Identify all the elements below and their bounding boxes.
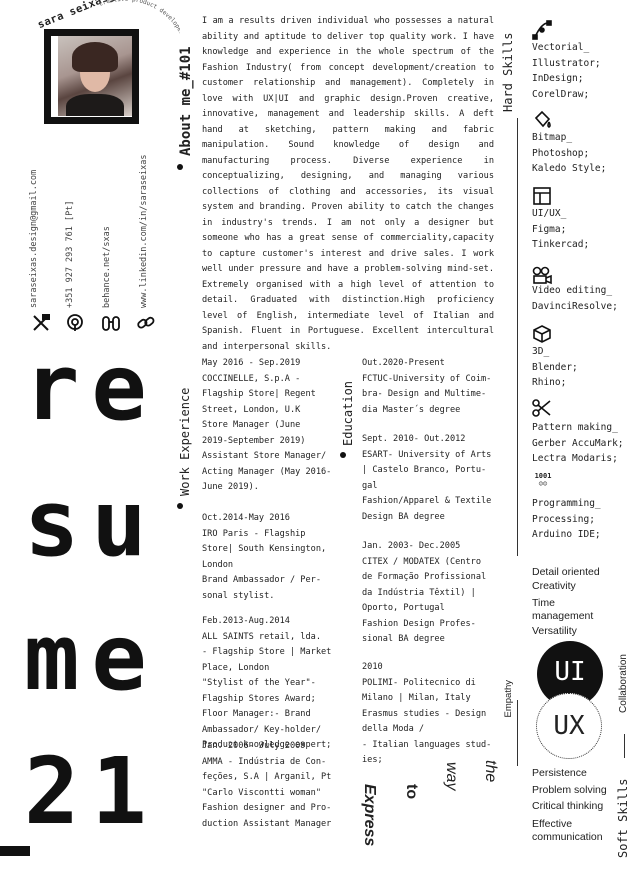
ui-label: UI — [554, 657, 586, 687]
education-entry-2: Sept. 2010- Out.2012 ESART- University o… — [362, 434, 492, 522]
hard-skill-uiux: UI/UX_ Figma; Tinkercad; — [532, 208, 590, 250]
resume-line-2: su — [24, 470, 159, 577]
binary-person-icon: 1001 ☺☺ — [534, 472, 552, 488]
education-entry-3: Jan. 2003- Dec.2005 CITEX / MODATEX (Cen… — [362, 541, 487, 644]
work-entry-3: Feb.2013-Aug.2014 ALL SAINTS retail, lda… — [202, 616, 332, 750]
paint-bucket-icon — [534, 110, 551, 128]
soft-skill-creativity: Creativity — [532, 580, 576, 592]
hard-skill-vectorial: Vectorial_ Illustrator; InDesign; CorelD… — [532, 42, 601, 100]
underscore-bar — [0, 846, 30, 856]
layout-icon — [533, 187, 551, 205]
behance-link[interactable]: behance.net/sxas — [102, 208, 112, 308]
hard-skill-bitmap: Bitmap_ Photoshop; Kaledo Style; — [532, 132, 607, 174]
hard-skill-pattern: Pattern making_ Gerber AccuMark; Lectra … — [532, 422, 624, 464]
empathy-divider — [517, 700, 518, 766]
linkedin-link[interactable]: www.linkedin.com/in/saraseixas — [139, 130, 149, 308]
soft-skill-detail: Detail oriented — [532, 566, 600, 578]
hard-skill-video: Video editing_ DavinciResolve; — [532, 285, 618, 312]
work-entry-1: May 2016 - Sep.2019 COCCINELLE, S.p.A - … — [202, 358, 332, 492]
resume-line-4: 21 — [24, 738, 159, 845]
work-heading: Work Experience — [178, 387, 192, 496]
education-bullet — [340, 452, 346, 458]
education-entry-1: Out.2020-Present FCTUC-University of Coi… — [362, 358, 492, 415]
hard-skills-divider — [517, 118, 518, 556]
empathy-label: Empathy — [503, 680, 514, 718]
binoculars-icon — [102, 316, 120, 331]
education-entry-4: 2010 POLIMI- Politecnico di Milano | Mil… — [362, 662, 492, 765]
work-bullet — [177, 503, 183, 509]
tagline-way: way — [443, 762, 460, 791]
tools-icon — [33, 314, 50, 331]
arc-subtitle: creative product developer designer — [98, 0, 180, 67]
soft-skill-time: Time management — [532, 597, 594, 622]
hard-skill-programming: Programming_ Processing; Arduino IDE; — [532, 498, 601, 540]
email-link[interactable]: saraseixas.design@gmail.com — [29, 148, 39, 308]
link-icon — [137, 316, 155, 329]
arc-text: creative product developer designer — [98, 0, 180, 67]
hard-skill-3d: 3D_ Blender; Rhino; — [532, 346, 578, 388]
soft-skill-problem: Problem solving — [532, 784, 607, 796]
work-entry-2: Oct.2014-May 2016 IRO Paris - Flagship S… — [202, 513, 327, 601]
podcast-icon — [67, 314, 83, 331]
about-text: I am a results driven individual who pos… — [202, 16, 494, 352]
soft-skill-communication: Effective communication — [532, 818, 603, 843]
vector-icon — [532, 20, 552, 40]
soft-skills-heading: Soft Skills — [616, 778, 630, 858]
tagline-express: Express — [361, 784, 378, 847]
cube-icon — [533, 325, 551, 343]
collaboration-label: Collaboration — [618, 654, 629, 713]
soft-skill-persistence: Persistence — [532, 767, 587, 779]
hard-skills-heading: Hard Skills — [501, 32, 515, 112]
soft-skill-critical: Critical thinking — [532, 800, 604, 812]
ux-label: UX — [553, 711, 585, 741]
about-bullet — [177, 164, 183, 170]
soft-skill-versatility: Versatility — [532, 625, 577, 637]
scissors-icon — [532, 399, 551, 417]
about-heading: About me_#101 — [178, 46, 194, 156]
tagline-to: to — [403, 784, 420, 800]
work-entry-4: Jan. 2006- July 2009 AMMA - Indústria de… — [202, 741, 332, 829]
education-heading: Education — [341, 380, 355, 446]
resume-line-3: me — [24, 604, 159, 711]
tagline-the: the — [482, 760, 499, 783]
resume-line-1: re — [24, 334, 159, 441]
svg-text:creative product developer des: creative product developer designer — [98, 0, 180, 67]
collaboration-divider — [624, 734, 625, 758]
phone-number[interactable]: +351 927 293 761 [Pt] — [65, 182, 75, 308]
